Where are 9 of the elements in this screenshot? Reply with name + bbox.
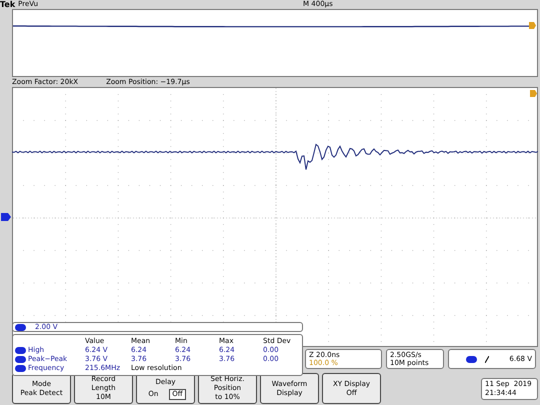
trigger-marker-icon bbox=[530, 90, 537, 97]
channel-badge-icon bbox=[15, 356, 26, 363]
ground-marker-icon bbox=[1, 213, 11, 221]
channel-badge-icon bbox=[15, 365, 26, 372]
channel-badge-icon bbox=[466, 356, 478, 362]
rising-edge-icon bbox=[485, 356, 490, 362]
trigger-marker-icon bbox=[529, 22, 536, 29]
brand-label: Tek bbox=[0, 0, 16, 8]
channel-badge-icon bbox=[15, 347, 26, 354]
